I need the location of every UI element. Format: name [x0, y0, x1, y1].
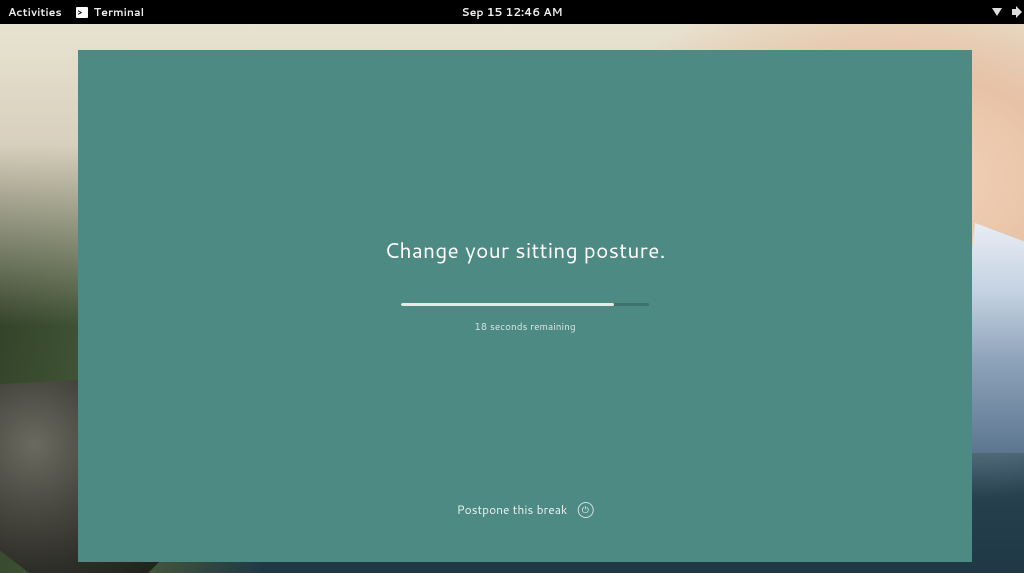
- top-bar-left: Activities Terminal: [8, 4, 144, 20]
- top-bar: Activities Terminal Sep 15 12:46 AM: [0, 0, 1024, 24]
- power-icon: ⏻: [577, 502, 593, 518]
- app-menu-label: Terminal: [94, 4, 144, 20]
- volume-icon: [1012, 9, 1016, 15]
- postpone-break-button[interactable]: Postpone this break ⏻: [457, 501, 594, 518]
- break-overlay: Change your sitting posture. 18 seconds …: [78, 50, 972, 562]
- break-message: Change your sitting posture.: [384, 235, 665, 265]
- status-area[interactable]: [992, 8, 1016, 16]
- network-icon: [992, 8, 1002, 16]
- app-menu[interactable]: Terminal: [76, 4, 144, 20]
- break-remaining-text: 18 seconds remaining: [474, 320, 575, 334]
- postpone-label: Postpone this break: [457, 501, 568, 518]
- terminal-icon: [76, 7, 88, 18]
- break-progress-fill: [401, 303, 614, 306]
- activities-button[interactable]: Activities: [8, 4, 62, 20]
- break-progress: [401, 303, 649, 306]
- clock[interactable]: Sep 15 12:46 AM: [461, 4, 562, 20]
